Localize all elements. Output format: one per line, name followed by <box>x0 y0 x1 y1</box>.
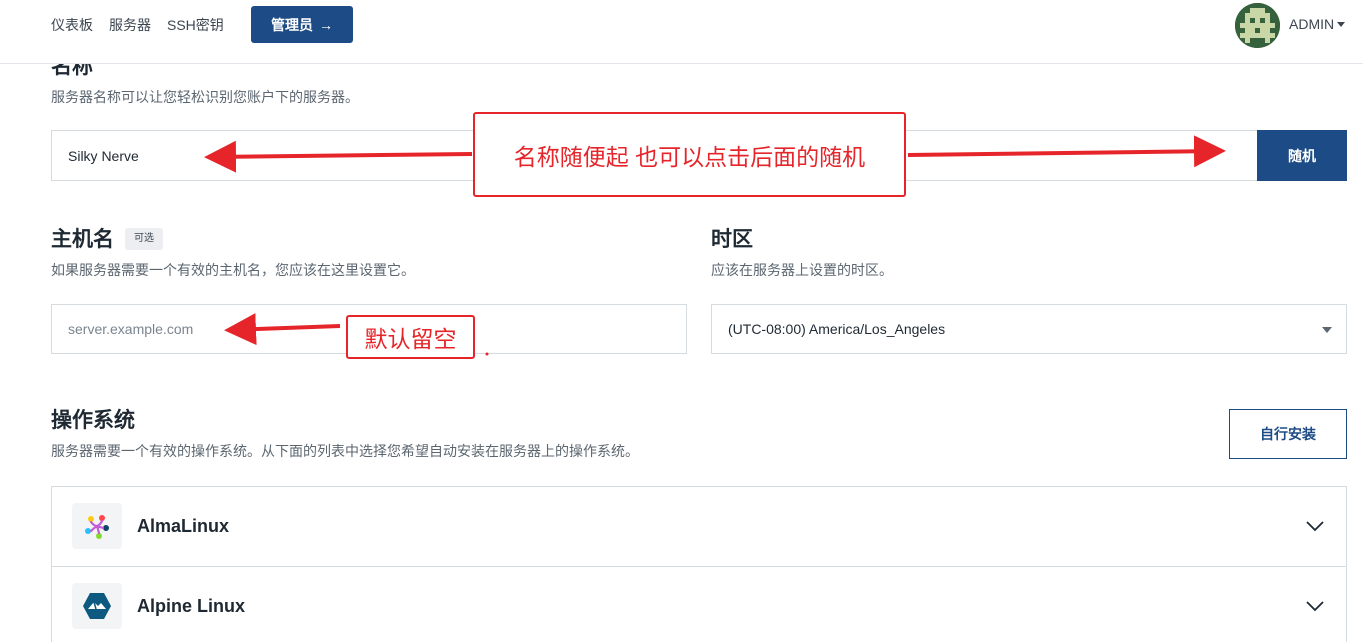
admin-button[interactable]: 管理员 → <box>251 6 353 43</box>
caret-down-icon <box>1337 21 1346 27</box>
random-name-button[interactable]: 随机 <box>1257 130 1347 181</box>
timezone-select[interactable]: (UTC-08:00) America/Los_Angeles <box>711 304 1347 354</box>
timezone-section-title: 时区 <box>711 228 753 251</box>
almalinux-logo-icon <box>72 503 122 549</box>
annotation-name-note: 名称随便起 也可以点击后面的随机 <box>473 112 906 197</box>
os-section-description: 服务器需要一个有效的操作系统。从下面的列表中选择您希望自动安装在服务器上的操作系… <box>51 443 639 459</box>
alpine-linux-logo-icon <box>72 583 122 629</box>
optional-badge: 可选 <box>125 228 163 250</box>
hostname-placeholder: server.example.com <box>68 321 194 337</box>
os-item-alpine-linux[interactable]: Alpine Linux <box>52 566 1346 642</box>
top-navbar: 仪表板 服务器 SSH密钥 管理员 → ADMIN <box>0 0 1363 64</box>
nav-link-dashboard[interactable]: 仪表板 <box>51 16 93 34</box>
chevron-down-icon <box>1306 521 1324 532</box>
os-list: AlmaLinux Alpine Linux <box>51 486 1347 642</box>
hostname-section-description: 如果服务器需要一个有效的主机名，您应该在这里设置它。 <box>51 262 415 278</box>
name-section-description: 服务器名称可以让您轻松识别您账户下的服务器。 <box>51 89 359 105</box>
timezone-section-description: 应该在服务器上设置的时区。 <box>711 262 893 278</box>
avatar[interactable] <box>1235 3 1280 48</box>
admin-button-label: 管理员 <box>271 16 313 33</box>
nav-link-ssh-keys[interactable]: SSH密钥 <box>167 16 224 34</box>
timezone-selected-value: (UTC-08:00) America/Los_Angeles <box>728 321 946 337</box>
nav-link-servers[interactable]: 服务器 <box>109 16 151 34</box>
user-menu[interactable]: ADMIN <box>1289 16 1346 32</box>
hostname-section-title: 主机名 <box>51 228 114 251</box>
annotation-hostname-note: 默认留空 <box>346 315 475 359</box>
arrow-right-icon: → <box>319 16 333 33</box>
os-name: AlmaLinux <box>137 516 230 536</box>
os-name: Alpine Linux <box>137 595 245 616</box>
custom-install-button[interactable]: 自行安装 <box>1229 409 1347 459</box>
server-name-value: Silky Nerve <box>68 147 139 164</box>
chevron-down-icon <box>1306 600 1324 611</box>
os-item-almalinux[interactable]: AlmaLinux <box>52 487 1346 566</box>
os-section-title: 操作系统 <box>51 409 135 432</box>
caret-down-icon <box>1322 327 1332 333</box>
pixel-avatar-icon <box>1235 3 1280 48</box>
user-name: ADMIN <box>1289 16 1335 32</box>
